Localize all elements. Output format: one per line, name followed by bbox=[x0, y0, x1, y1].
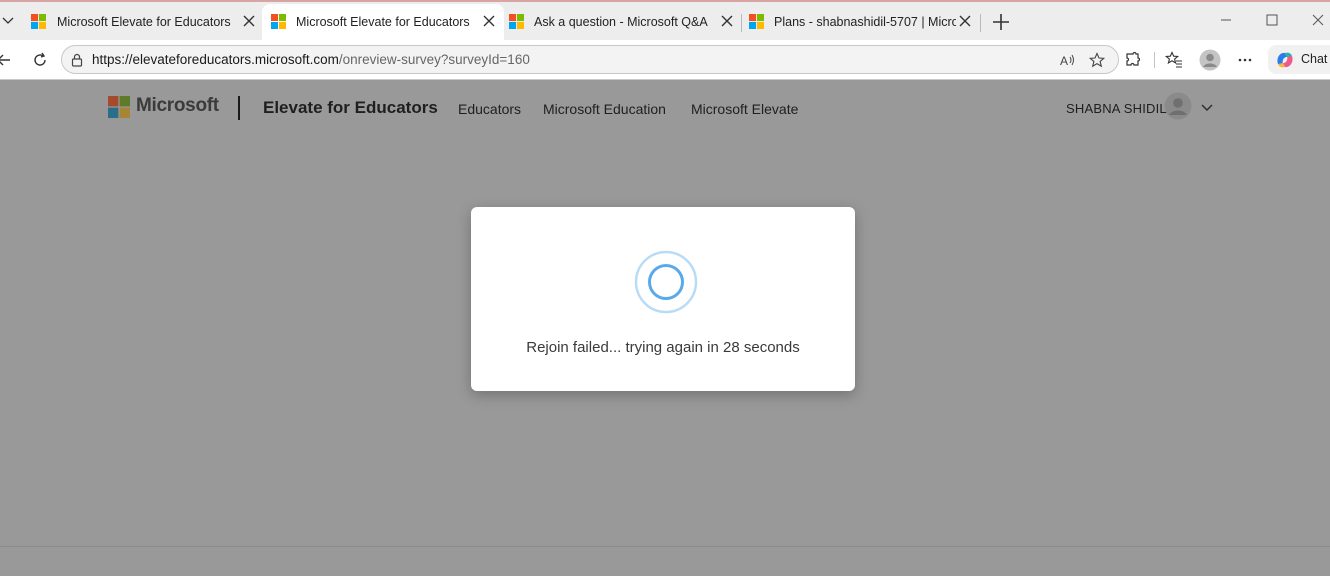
copilot-chat-button[interactable]: Chat bbox=[1268, 45, 1330, 74]
close-icon[interactable] bbox=[720, 14, 734, 28]
browser-tab[interactable]: Microsoft Elevate for Educators bbox=[19, 4, 264, 40]
toolbar-divider bbox=[1154, 52, 1155, 68]
browser-toolbar: https://elevateforeducators.microsoft.co… bbox=[0, 40, 1330, 80]
browser-tab-active[interactable]: Microsoft Elevate for Educators bbox=[262, 4, 504, 40]
close-icon[interactable] bbox=[242, 14, 256, 28]
chevron-down-icon[interactable] bbox=[1200, 100, 1214, 114]
copilot-icon bbox=[1277, 52, 1293, 68]
reconnect-dialog: Rejoin failed... trying again in 28 seco… bbox=[471, 207, 855, 391]
microsoft-wordmark[interactable]: Microsoft bbox=[136, 95, 219, 117]
favorites-icon[interactable] bbox=[1164, 50, 1184, 70]
favicon-microsoft bbox=[509, 14, 524, 29]
tab-title: Microsoft Elevate for Educators bbox=[57, 15, 231, 29]
favorite-star-icon[interactable] bbox=[1087, 50, 1107, 70]
footer-divider bbox=[0, 546, 1330, 547]
nav-microsoft-education[interactable]: Microsoft Education bbox=[543, 101, 666, 117]
tab-title: Plans - shabnashidil-5707 | Microsoft bbox=[774, 15, 956, 29]
url-path: /onreview-survey?surveyId=160 bbox=[338, 52, 530, 67]
browser-tab[interactable]: Ask a question - Microsoft Q&A bbox=[500, 4, 742, 40]
extensions-icon[interactable] bbox=[1123, 50, 1143, 70]
close-icon[interactable] bbox=[482, 14, 496, 28]
microsoft-logo-icon[interactable] bbox=[108, 96, 130, 118]
site-info-icon[interactable] bbox=[67, 50, 87, 70]
favicon-microsoft bbox=[31, 14, 46, 29]
site-brand[interactable]: Elevate for Educators bbox=[263, 98, 438, 118]
profile-icon[interactable] bbox=[1199, 49, 1221, 71]
back-icon[interactable] bbox=[0, 50, 14, 70]
tab-title: Microsoft Elevate for Educators bbox=[296, 15, 470, 29]
loading-spinner-icon bbox=[634, 250, 698, 314]
chat-label: Chat bbox=[1301, 52, 1328, 66]
nav-educators[interactable]: Educators bbox=[458, 101, 521, 117]
new-tab-icon[interactable] bbox=[990, 11, 1012, 33]
tab-list-icon[interactable] bbox=[0, 10, 16, 32]
svg-text:A: A bbox=[1060, 54, 1068, 68]
url-text[interactable]: https://elevateforeducators.microsoft.co… bbox=[92, 52, 530, 67]
refresh-icon[interactable] bbox=[30, 50, 50, 70]
address-bar[interactable]: https://elevateforeducators.microsoft.co… bbox=[61, 45, 1119, 74]
header-divider bbox=[238, 96, 240, 120]
favicon-microsoft bbox=[749, 14, 764, 29]
reconnect-message: Rejoin failed... trying again in 28 seco… bbox=[526, 339, 800, 356]
read-aloud-icon[interactable]: A bbox=[1058, 50, 1078, 70]
tab-title: Ask a question - Microsoft Q&A bbox=[534, 15, 708, 29]
url-host: https://elevateforeducators.microsoft.co… bbox=[92, 52, 339, 67]
minimize-icon[interactable] bbox=[1218, 12, 1234, 28]
browser-tab-strip: Microsoft Elevate for Educators Microsof… bbox=[0, 0, 1330, 40]
user-name[interactable]: SHABNA SHIDIL bbox=[1066, 101, 1167, 116]
browser-tab[interactable]: Plans - shabnashidil-5707 | Microsoft bbox=[740, 4, 980, 40]
close-icon[interactable] bbox=[958, 14, 972, 28]
maximize-icon[interactable] bbox=[1264, 12, 1280, 28]
more-icon[interactable] bbox=[1235, 50, 1255, 70]
window-close-icon[interactable] bbox=[1310, 12, 1326, 28]
favicon-microsoft bbox=[271, 14, 286, 29]
tab-separator bbox=[980, 14, 981, 32]
user-avatar-icon[interactable] bbox=[1164, 92, 1192, 120]
nav-microsoft-elevate[interactable]: Microsoft Elevate bbox=[691, 101, 798, 117]
